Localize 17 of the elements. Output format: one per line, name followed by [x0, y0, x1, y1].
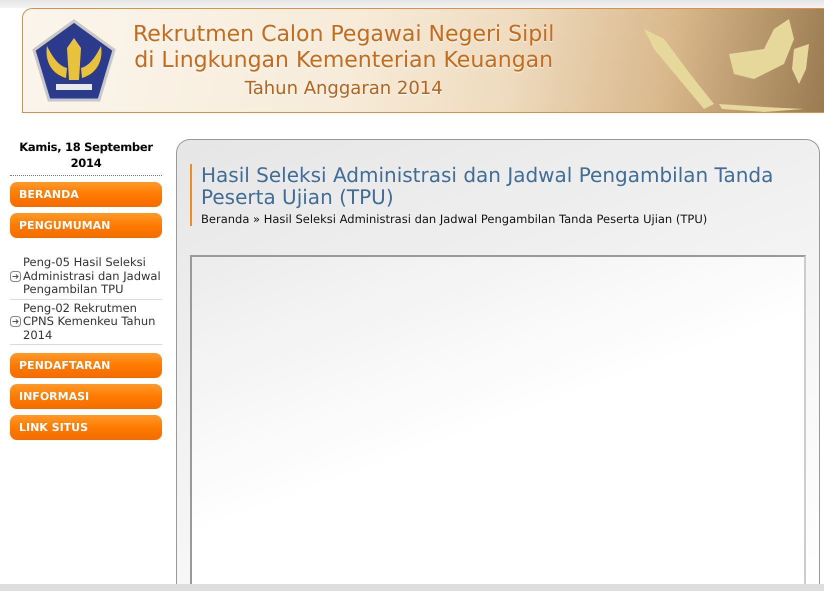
- arrow-icon: [10, 270, 21, 282]
- announcement-link[interactable]: Peng-02 Rekrutmen CPNS Kemenkeu Tahun 2014: [23, 302, 162, 342]
- menu-button[interactable]: BERANDA: [10, 182, 162, 207]
- banner-subtitle: Tahun Anggaran 2014: [244, 78, 443, 99]
- menu-button[interactable]: PENGUMUMAN: [10, 213, 162, 238]
- banner-title: di Lingkungan Kementerian Keuangan: [134, 48, 554, 74]
- arrow-icon: [10, 316, 21, 328]
- breadcrumb: Beranda » Hasil Seleksi Administrasi dan Jadwal Pengambilan Tanda Peserta Ujian (TPU): [201, 212, 708, 226]
- horizontal-scrollbar[interactable]: [0, 584, 824, 591]
- menu-button[interactable]: INFORMASI: [10, 384, 162, 409]
- menu-button[interactable]: LINK SITUS: [10, 415, 162, 440]
- date-label: Kamis, 18 September 2014: [10, 139, 162, 176]
- banner-title: Rekrutmen Calon Pegawai Negeri Sipil: [133, 22, 554, 48]
- announcement-link[interactable]: Peng-05 Hasil Seleksi Administrasi dan Jadwal Pengambilan TPU: [23, 256, 162, 296]
- page-title: Hasil Seleksi Administrasi dan Jadwal Pengambilan Tanda Peserta Ujian (TPU): [201, 164, 774, 208]
- menu-button[interactable]: PENDAFTARAN: [10, 353, 162, 378]
- emblem-icon: [31, 18, 117, 104]
